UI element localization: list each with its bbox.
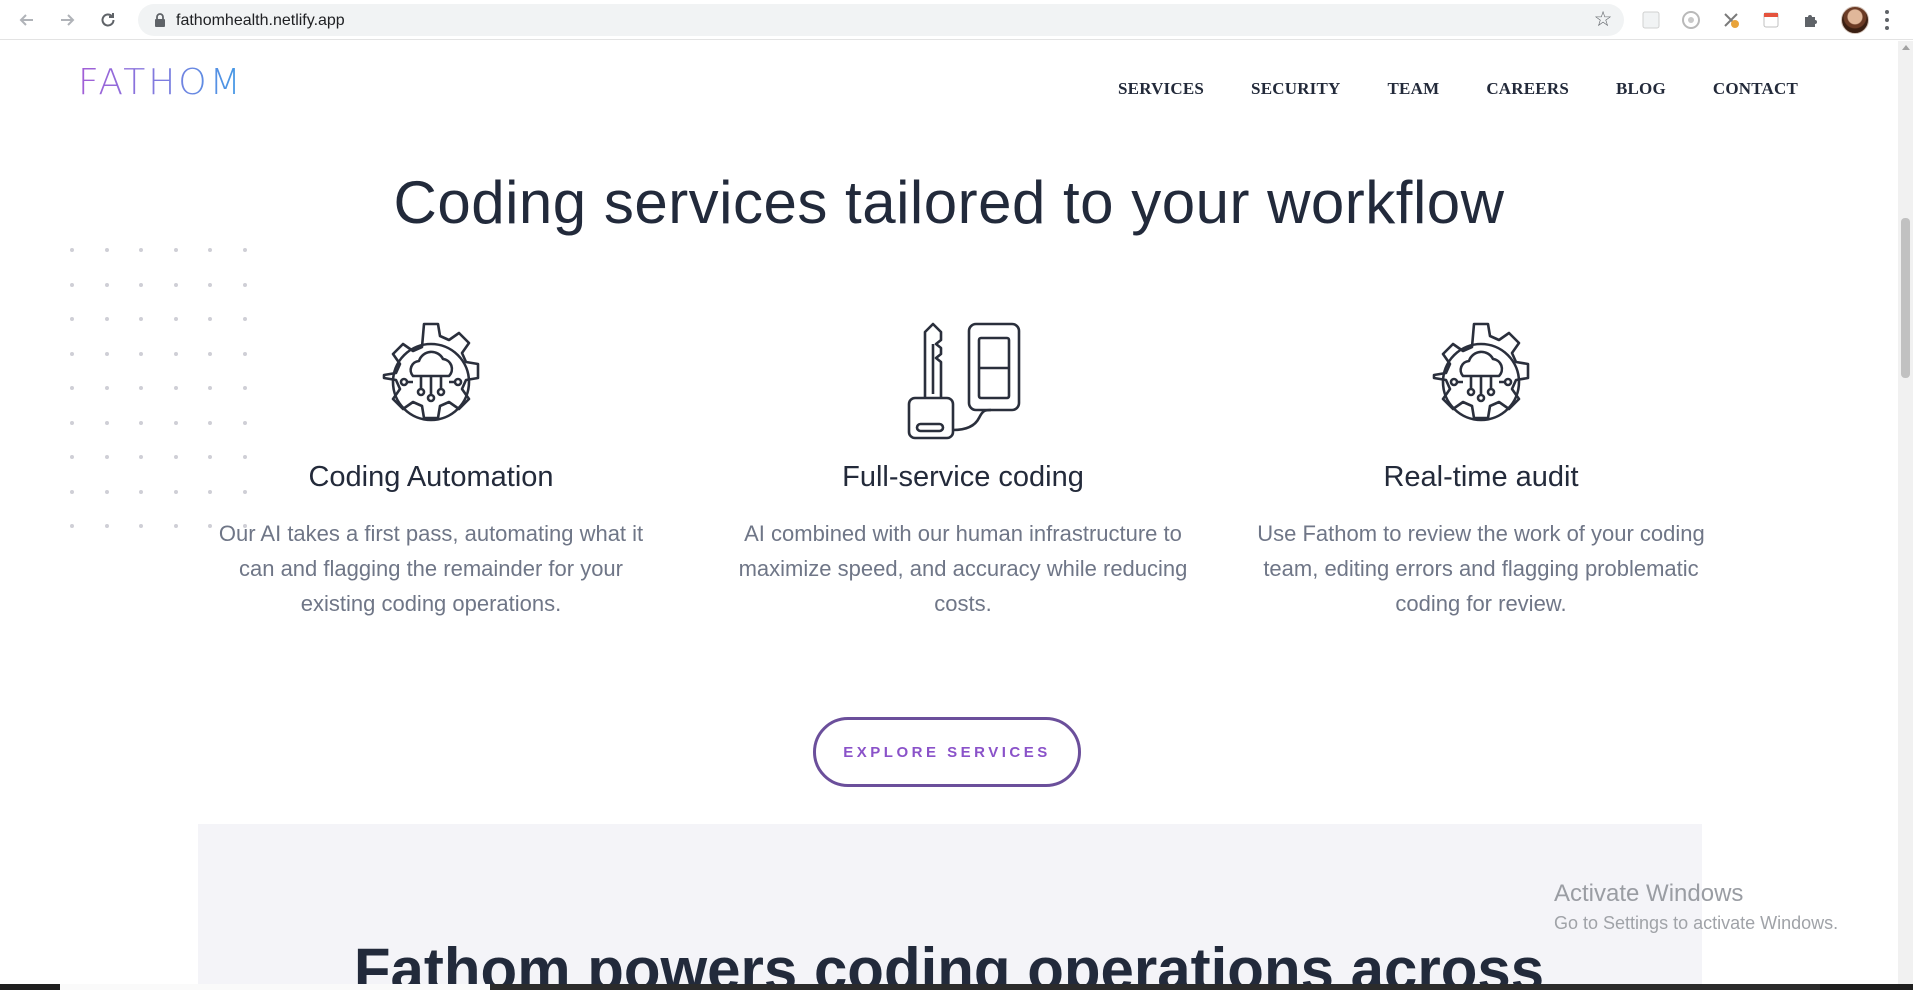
cloud-gear-icon (1432, 322, 1530, 422)
key-device-icon (907, 322, 1021, 440)
address-bar[interactable]: fathomhealth.netlify.app ☆ (138, 4, 1624, 36)
grid-dot (104, 489, 109, 494)
extension-blank-icon[interactable] (1639, 8, 1663, 32)
activate-windows-subtitle: Go to Settings to activate Windows. (1554, 913, 1839, 933)
reload-icon[interactable] (95, 7, 121, 33)
grid-dot (139, 282, 143, 287)
grid-dot (70, 489, 74, 494)
grid-dot (104, 282, 109, 287)
grid-dot (173, 351, 178, 356)
grid-dot (139, 489, 143, 494)
nav-link-careers[interactable]: CAREERS (1486, 79, 1569, 99)
grid-dot (173, 524, 178, 528)
grid-dot (104, 420, 109, 425)
grid-dot (173, 489, 178, 494)
grid-dot (173, 317, 178, 321)
grid-dot (104, 351, 109, 356)
feature-full-service-coding: Full-service coding AI combined with our… (733, 320, 1193, 621)
feature-title: Full-service coding (842, 461, 1084, 493)
forward-arrow-icon[interactable] (54, 7, 80, 33)
cloud-gear-icon (382, 322, 480, 422)
grid-dot (70, 282, 74, 287)
grid-dot (208, 248, 212, 252)
activate-windows-title: Activate Windows (1554, 880, 1744, 907)
grid-dot (139, 317, 143, 321)
extension-bug-icon[interactable] (1719, 8, 1743, 32)
grid-dot (173, 420, 178, 425)
nav-link-services[interactable]: SERVICES (1118, 79, 1204, 99)
bookmark-star-icon[interactable]: ☆ (1592, 9, 1614, 31)
taskbar-strip (0, 984, 1913, 990)
grid-dot (242, 248, 247, 252)
grid-dot (173, 248, 178, 252)
grid-dot (173, 386, 178, 390)
feature-title: Real-time audit (1383, 461, 1579, 493)
grid-dot (70, 386, 74, 390)
grid-dot (139, 351, 143, 356)
nav-link-blog[interactable]: BLOG (1616, 79, 1666, 99)
grid-dot (104, 455, 109, 459)
grid-dot (70, 317, 74, 321)
grid-dot (104, 317, 109, 321)
grid-dot (70, 248, 74, 252)
grid-dot (139, 455, 143, 459)
grid-dot (104, 524, 109, 528)
nav-link-contact[interactable]: CONTACT (1713, 79, 1798, 99)
nav-link-security[interactable]: SECURITY (1251, 79, 1340, 99)
grid-dot (139, 420, 143, 425)
main-navigation: SERVICES SECURITY TEAM CAREERS BLOG CONT… (1118, 79, 1798, 99)
lock-icon (152, 12, 168, 28)
grid-dot (139, 524, 143, 528)
url-text: fathomhealth.netlify.app (176, 12, 345, 29)
grid-dot (104, 248, 109, 252)
back-arrow-icon[interactable] (14, 7, 40, 33)
profile-avatar[interactable] (1841, 6, 1869, 34)
lower-section-heading: Fathom powers coding operations across (353, 936, 1545, 990)
grid-dot (242, 282, 247, 287)
grid-dot (104, 386, 109, 390)
taskbar-segment (60, 984, 490, 990)
services-heading: Coding services tailored to your workflo… (393, 169, 1505, 236)
grid-dot (208, 282, 212, 287)
taskbar-segment (490, 984, 1820, 990)
browser-toolbar: fathomhealth.netlify.app ☆ (0, 0, 1913, 40)
browser-menu-icon[interactable] (1882, 8, 1892, 32)
grid-dot (70, 455, 74, 459)
scroll-thumb[interactable] (1901, 218, 1910, 378)
grid-dot (70, 524, 74, 528)
feature-coding-automation: Coding Automation Our AI takes a first p… (201, 320, 661, 621)
feature-real-time-audit: Real-time audit Use Fathom to review the… (1251, 320, 1711, 621)
grid-dot (173, 282, 178, 287)
extensions-puzzle-icon[interactable] (1799, 8, 1823, 32)
grid-dot (139, 386, 143, 390)
explore-services-button[interactable]: EXPLORE SERVICES (813, 717, 1081, 787)
feature-description: Use Fathom to review the work of your co… (1257, 521, 1705, 616)
nav-link-team[interactable]: TEAM (1388, 79, 1440, 99)
grid-dot (70, 420, 74, 425)
extension-circle-icon[interactable] (1679, 8, 1703, 32)
grid-dot (70, 351, 74, 356)
feature-description: Our AI takes a first pass, automating wh… (218, 521, 644, 616)
extension-calendar-icon[interactable] (1759, 8, 1783, 32)
grid-dot (173, 455, 178, 459)
page-scrollbar[interactable] (1898, 41, 1913, 985)
grid-dot (139, 248, 143, 252)
feature-title: Coding Automation (308, 461, 554, 493)
fathom-logo[interactable]: FATHOM (78, 62, 244, 103)
feature-description: AI combined with our human infrastructur… (738, 521, 1188, 616)
scroll-up-arrow-icon[interactable] (1902, 45, 1910, 50)
